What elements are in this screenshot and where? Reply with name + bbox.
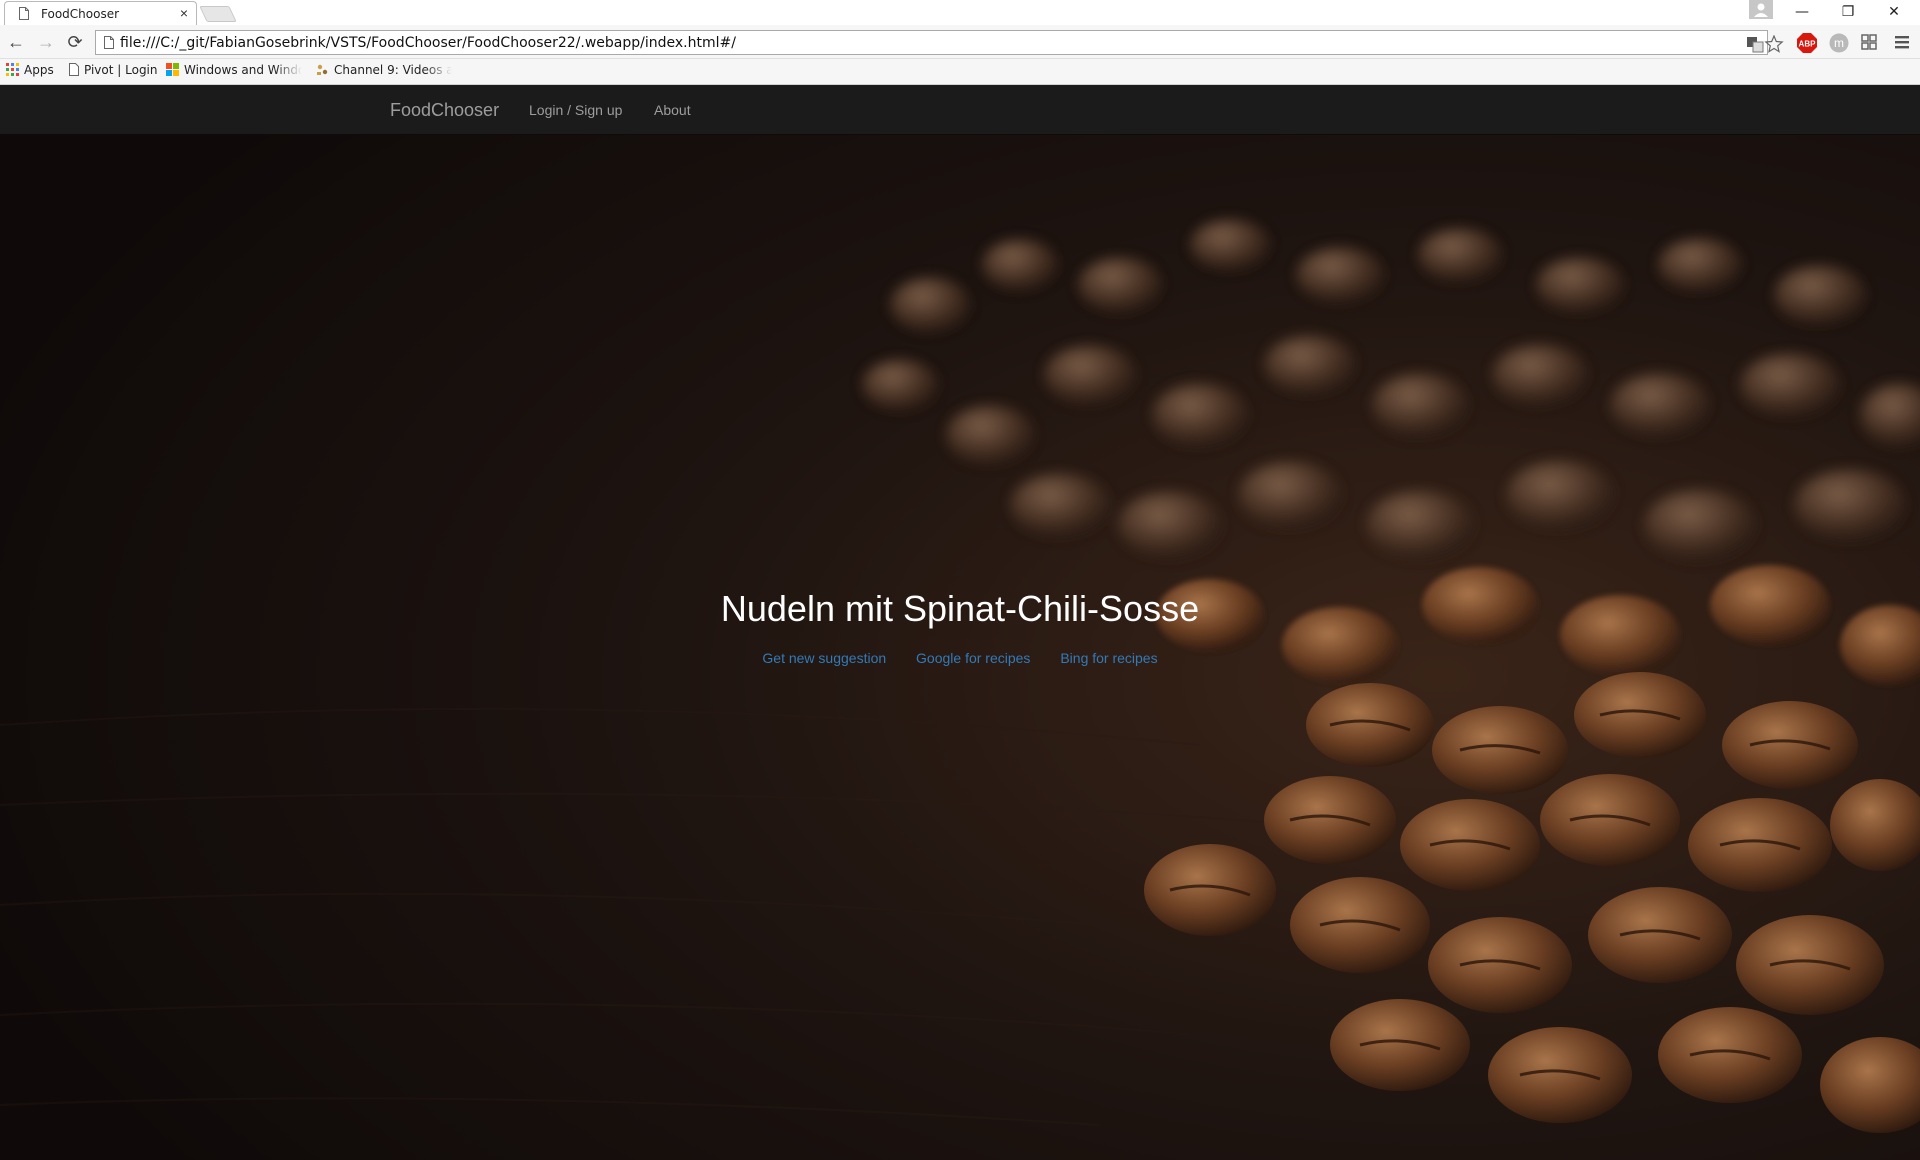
tab-close-icon[interactable]: × xyxy=(180,5,188,21)
nav-login-signup[interactable]: Login / Sign up xyxy=(529,102,622,118)
minimize-button[interactable]: — xyxy=(1780,0,1824,24)
bookmark-label: Channel 9: Videos abo xyxy=(334,63,452,77)
back-button[interactable]: ← xyxy=(4,30,28,54)
document-icon xyxy=(19,7,29,20)
document-icon xyxy=(69,63,79,76)
address-url[interactable]: file:///C:/_git/FabianGosebrink/VSTS/Foo… xyxy=(120,35,736,51)
close-window-button[interactable]: ✕ xyxy=(1872,0,1916,24)
browser-titlebar: FoodChooser × — ❐ ✕ xyxy=(0,0,1920,25)
suggestion-actions: Get new suggestion Google for recipes Bi… xyxy=(0,650,1920,666)
translate-icon[interactable] xyxy=(1746,35,1764,53)
bing-recipes-link[interactable]: Bing for recipes xyxy=(1060,650,1157,666)
adblock-label: ABP xyxy=(1799,40,1817,49)
extensions-grid-icon[interactable] xyxy=(1860,33,1878,51)
food-suggestion-title: Nudeln mit Spinat-Chili-Sosse xyxy=(720,588,1200,629)
bookmark-label: Pivot | Login xyxy=(84,63,158,77)
apps-grid-icon xyxy=(6,63,19,76)
google-recipes-link[interactable]: Google for recipes xyxy=(916,650,1030,666)
brand-link[interactable]: FoodChooser xyxy=(390,100,499,121)
profile-avatar-icon[interactable] xyxy=(1749,0,1773,19)
bookmark-channel9[interactable]: Channel 9: Videos abo xyxy=(316,63,452,81)
browser-tab[interactable]: FoodChooser × xyxy=(4,1,197,25)
bookmarks-bar: Apps Pivot | Login Windows and Windows C… xyxy=(0,59,1920,85)
extension-m-label: m xyxy=(1834,36,1844,50)
get-new-suggestion-link[interactable]: Get new suggestion xyxy=(762,650,886,666)
tab-title: FoodChooser xyxy=(41,7,120,21)
address-bar[interactable]: file:///C:/_git/FabianGosebrink/VSTS/Foo… xyxy=(95,30,1784,55)
channel9-icon xyxy=(317,64,328,75)
reload-button[interactable]: ⟳ xyxy=(63,30,87,54)
document-icon xyxy=(104,36,114,49)
extension-m-icon[interactable]: m xyxy=(1828,32,1850,54)
forward-button[interactable]: → xyxy=(34,30,58,54)
windows-logo-icon xyxy=(166,63,179,76)
adblock-plus-icon[interactable]: ABP xyxy=(1796,32,1818,54)
browser-toolbar: ← → ⟳ file:///C:/_git/FabianGosebrink/VS… xyxy=(0,25,1920,59)
bookmark-label: Apps xyxy=(24,63,54,77)
bookmark-apps[interactable]: Apps xyxy=(6,63,54,81)
star-icon[interactable] xyxy=(1764,35,1784,53)
bookmark-pivot[interactable]: Pivot | Login xyxy=(69,63,158,81)
nav-about[interactable]: About xyxy=(654,102,691,118)
app-navbar: FoodChooser Login / Sign up About xyxy=(0,85,1920,135)
restore-button[interactable]: ❐ xyxy=(1826,0,1870,24)
page-viewport: FoodChooser Login / Sign up About Nudeln… xyxy=(0,85,1920,1160)
bookmark-label: Windows and Windows xyxy=(184,63,302,77)
bookmark-windows[interactable]: Windows and Windows xyxy=(166,63,302,81)
menu-icon[interactable] xyxy=(1893,33,1911,51)
new-tab-button[interactable] xyxy=(199,6,237,22)
